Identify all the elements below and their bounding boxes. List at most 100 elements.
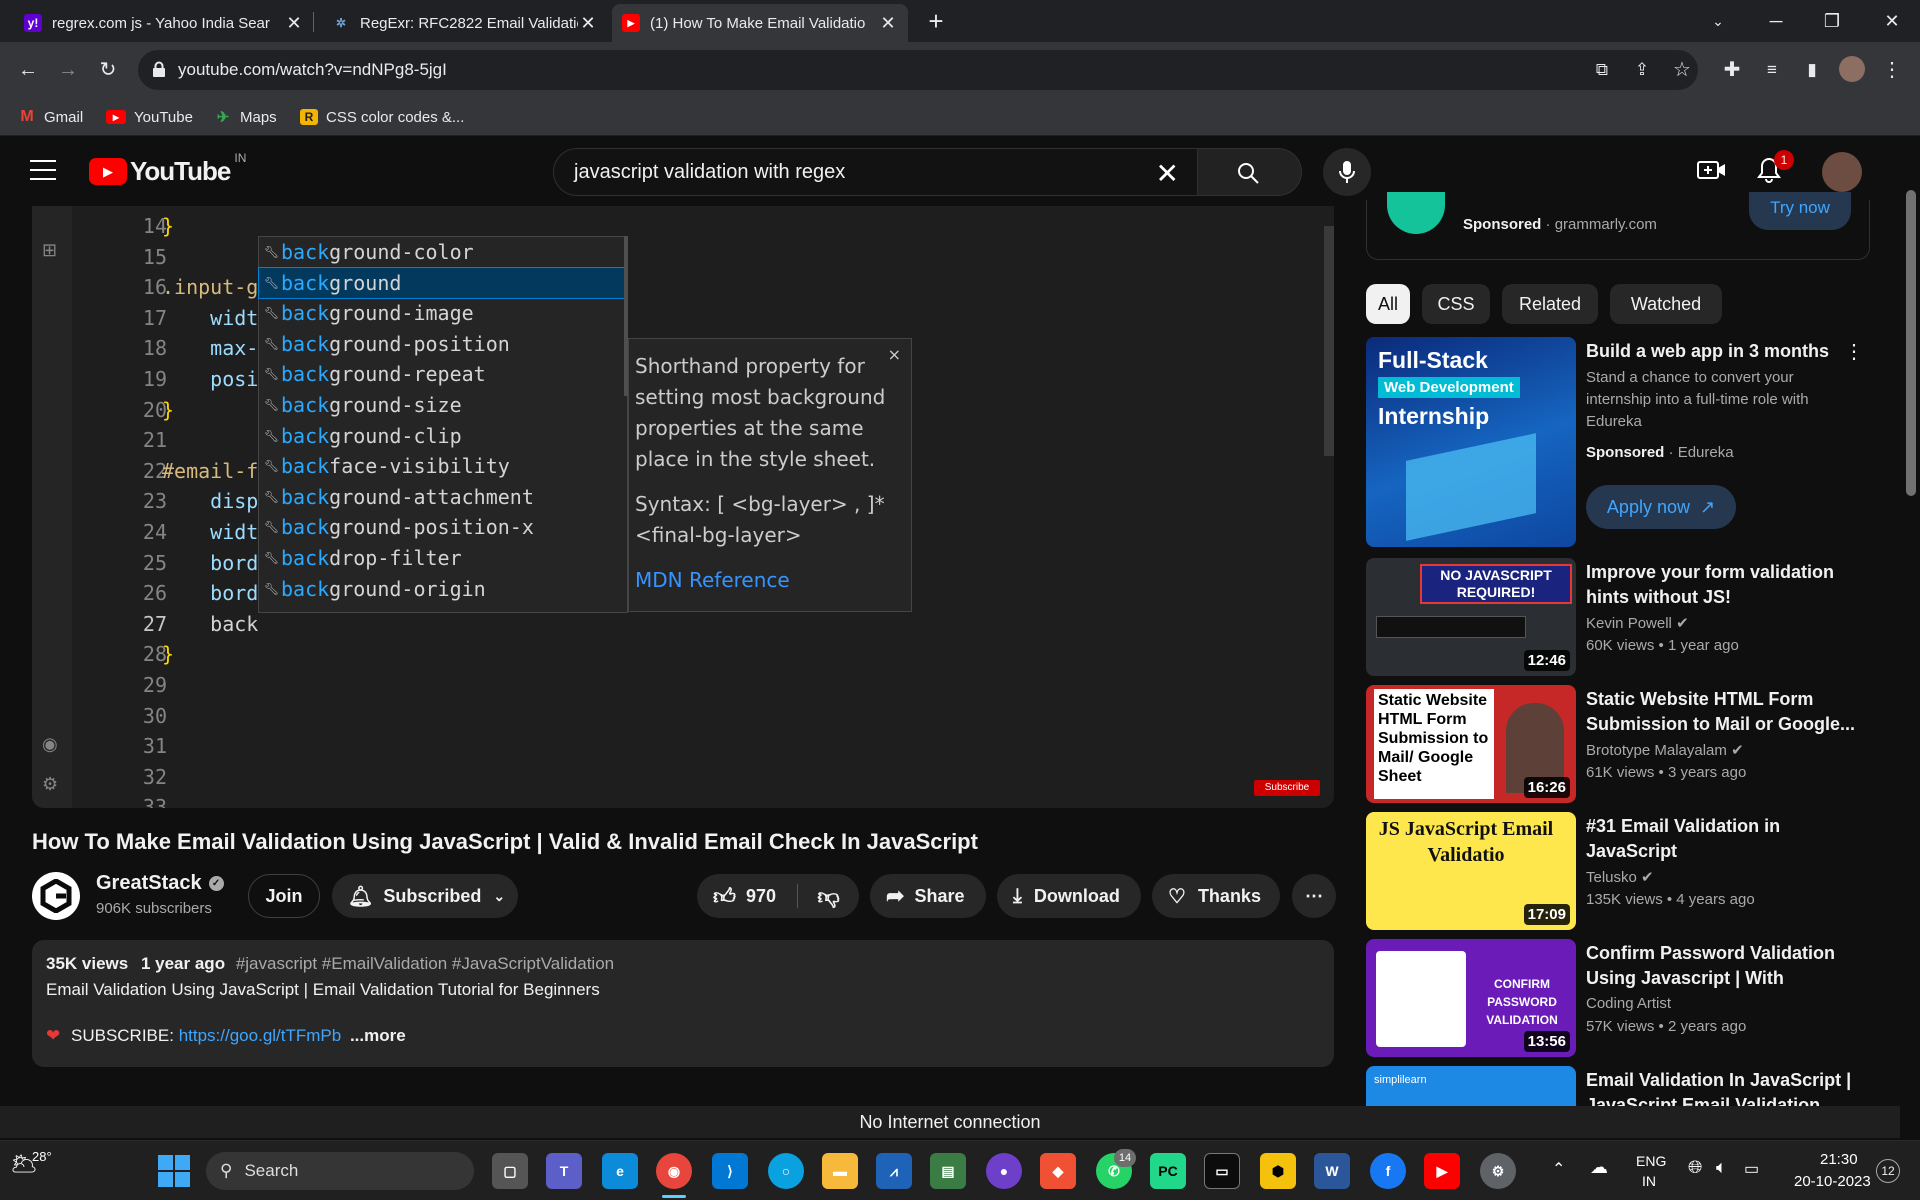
share-button[interactable]: ➦ Share	[870, 874, 986, 918]
like-button[interactable]: 👍︎ 970	[697, 883, 797, 910]
code-line: }	[162, 397, 175, 422]
volume-icon[interactable]: 🔈︎	[1716, 1157, 1727, 1178]
search-input[interactable]: javascript validation with regex ✕	[553, 148, 1198, 196]
join-button[interactable]: Join	[248, 874, 320, 918]
github-icon[interactable]: ●	[986, 1153, 1022, 1189]
bookmark-youtube[interactable]: ▶ YouTube	[106, 106, 193, 128]
bookmark-maps[interactable]: ✈ Maps	[214, 106, 277, 128]
recommended-video[interactable]: simplilearn Email Validation In JavaScri…	[1366, 1066, 1866, 1106]
sponsored-ad-card[interactable]: Full-Stack Web Development Internship Bu…	[1366, 337, 1866, 547]
share-icon[interactable]: ⇪	[1628, 56, 1656, 84]
vscode-icon[interactable]: ⟩	[712, 1153, 748, 1189]
close-icon[interactable]: ✕	[578, 13, 598, 34]
new-tab-icon[interactable]: +	[916, 6, 956, 36]
side-panel-icon[interactable]: ▮	[1798, 56, 1826, 84]
line-number: 22	[142, 458, 167, 483]
file-explorer-icon[interactable]: ▬	[822, 1153, 858, 1189]
search-icon	[1238, 163, 1259, 184]
browser-tab-regexr[interactable]: ✲ RegExr: RFC2822 Email Validatio ✕	[322, 4, 608, 42]
create-video-icon[interactable]	[1697, 158, 1727, 182]
address-bar[interactable]: youtube.com/watch?v=ndNPg8-5jgI	[138, 50, 1698, 90]
recommended-video[interactable]: NO JAVASCRIPT REQUIRED! 12:46 Improve yo…	[1366, 558, 1866, 676]
minimize-icon[interactable]: ─	[1756, 6, 1796, 36]
logo-text: YouTube	[130, 156, 231, 186]
voice-search-button[interactable]	[1323, 148, 1371, 196]
git-icon[interactable]: ◆	[1040, 1153, 1076, 1189]
shield-app-icon[interactable]: ⬢	[1260, 1153, 1296, 1189]
clock-date[interactable]: 20-10-2023	[1794, 1173, 1871, 1190]
chip-related[interactable]: Related	[1502, 284, 1598, 324]
clock-time[interactable]: 21:30	[1820, 1151, 1858, 1168]
taskbar-search[interactable]: ⚲ Search	[206, 1152, 474, 1190]
browser-tab-yahoo[interactable]: y! regrex.com js - Yahoo India Sear ✕	[14, 4, 314, 42]
chip-all[interactable]: All	[1366, 284, 1410, 324]
facebook-icon[interactable]: f	[1370, 1153, 1406, 1189]
channel-name[interactable]: GreatStack ✓	[96, 872, 224, 895]
media-control-icon[interactable]: ≡	[1758, 56, 1786, 84]
recommended-video[interactable]: CONFIRM PASSWORD VALIDATION 13:56 Confir…	[1366, 939, 1866, 1057]
bookmark-star-icon[interactable]: ☆	[1668, 56, 1696, 84]
recommended-video[interactable]: JS JavaScript Email Validatio 17:09 #31 …	[1366, 812, 1866, 930]
chrome-icon[interactable]: ◉	[656, 1153, 692, 1189]
account-avatar[interactable]	[1822, 152, 1862, 192]
open-in-app-icon[interactable]: ⧉	[1588, 56, 1616, 84]
dislike-button[interactable]: 👎︎	[798, 883, 859, 910]
notification-center-badge[interactable]: 12	[1876, 1159, 1900, 1183]
recommended-video[interactable]: Static Website HTML Form Submission to M…	[1366, 685, 1866, 803]
description-box[interactable]: 35K views 1 year ago #javascript #EmailV…	[32, 940, 1334, 1067]
window-close-icon[interactable]: ✕	[1872, 6, 1912, 36]
cortana-icon[interactable]: ○	[768, 1153, 804, 1189]
extensions-icon[interactable]: ✚	[1718, 56, 1746, 84]
subscribe-link[interactable]: https://goo.gl/tTFmPb	[179, 1026, 342, 1045]
reload-icon[interactable]: ↻	[94, 56, 122, 84]
hamburger-menu-icon[interactable]	[30, 160, 56, 180]
more-options-icon[interactable]: ⋮	[1844, 339, 1864, 364]
thanks-button[interactable]: ♡ Thanks	[1152, 874, 1280, 918]
show-more-button[interactable]: ...more	[350, 1026, 406, 1045]
bookmark-css-colors[interactable]: R CSS color codes &...	[300, 106, 464, 128]
profile-avatar[interactable]	[1838, 56, 1866, 84]
language-code[interactable]: ENG	[1636, 1153, 1666, 1169]
close-icon[interactable]: ✕	[878, 13, 898, 34]
suggestion-item: 🔧︎ background-origin	[259, 574, 627, 604]
chip-css[interactable]: CSS	[1422, 284, 1490, 324]
youtube-app-icon[interactable]: ▶	[1424, 1153, 1460, 1189]
try-now-button[interactable]: Try now	[1749, 192, 1851, 230]
battery-icon[interactable]: ▭	[1744, 1159, 1759, 1179]
page-scrollbar[interactable]	[1906, 190, 1916, 496]
download-button[interactable]: ⤓ Download	[997, 874, 1141, 918]
task-view-icon[interactable]: ▢	[492, 1153, 528, 1189]
search-button[interactable]	[1198, 148, 1302, 196]
teams-icon[interactable]: T	[546, 1153, 582, 1189]
yahoo-icon: y!	[24, 14, 42, 32]
network-globe-icon[interactable]: 🌐︎	[1688, 1157, 1702, 1178]
tab-search-icon[interactable]: ⌄	[1698, 6, 1738, 36]
pycharm-icon[interactable]: PC	[1150, 1153, 1186, 1189]
chip-watched[interactable]: Watched	[1610, 284, 1722, 324]
more-actions-button[interactable]: ⋯	[1292, 874, 1336, 918]
menu-kebab-icon[interactable]: ⋮	[1878, 56, 1906, 84]
chevron-up-icon[interactable]: ⌃	[1552, 1159, 1565, 1179]
onedrive-icon[interactable]: ☁	[1590, 1157, 1608, 1178]
edge-icon[interactable]: e	[602, 1153, 638, 1189]
channel-avatar[interactable]	[32, 872, 80, 920]
video-player[interactable]: ⊞ ◉ ⚙ 14} 15 16 .input-g 17 widt 18 max- 19 po…	[32, 206, 1334, 808]
word-icon[interactable]: W	[1314, 1153, 1350, 1189]
apply-now-button[interactable]: Apply now ↗	[1586, 485, 1736, 529]
restore-icon[interactable]: ❐	[1812, 6, 1852, 36]
close-icon[interactable]: ✕	[284, 13, 304, 34]
photos-icon[interactable]: ▤	[930, 1153, 966, 1189]
notifications-bell-icon[interactable]: 1	[1756, 150, 1794, 186]
bookmark-gmail[interactable]: M Gmail	[18, 106, 83, 128]
windows-start-icon[interactable]	[158, 1155, 190, 1187]
terminal-icon[interactable]: ▭	[1204, 1153, 1240, 1189]
browser-tab-youtube[interactable]: ▶ (1) How To Make Email Validatio ✕	[612, 4, 908, 42]
forward-icon[interactable]: →	[54, 56, 82, 84]
subscribed-button[interactable]: 🔔︎ Subscribed ⌄	[332, 874, 518, 918]
clear-search-icon[interactable]: ✕	[1156, 157, 1179, 190]
back-icon[interactable]: ←	[14, 56, 42, 84]
youtube-logo[interactable]: ▶ YouTube IN	[89, 151, 246, 187]
powerautomate-icon[interactable]: ⩘	[876, 1153, 912, 1189]
settings-gear-icon[interactable]: ⚙	[1480, 1153, 1516, 1189]
sponsored-ad-card-top[interactable]: Sponsored · grammarly.com Try now	[1366, 192, 1870, 260]
